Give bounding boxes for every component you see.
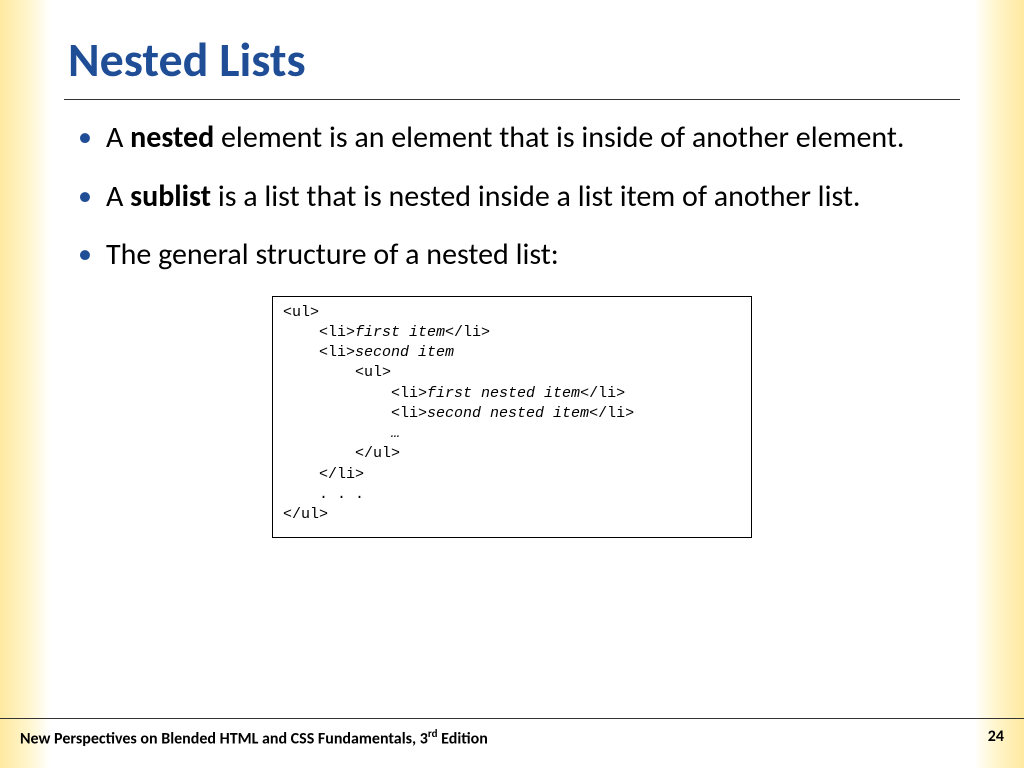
- code-line: <li>: [283, 344, 355, 361]
- code-line: <li>: [283, 405, 427, 422]
- code-text: second nested item: [427, 405, 589, 422]
- code-line: </li>: [445, 324, 490, 341]
- slide-body: Nested Lists A nested element is an elem…: [0, 0, 1024, 768]
- text: The general structure of a nested list:: [106, 236, 559, 273]
- code-line: <li>: [283, 385, 427, 402]
- text: Edition: [438, 729, 488, 748]
- bullet-item: A sublist is a list that is nested insid…: [68, 177, 956, 218]
- text: is a list that is nested inside a list i…: [211, 178, 860, 215]
- bullet-item: The general structure of a nested list:: [68, 235, 956, 276]
- code-line: . . .: [283, 486, 364, 503]
- code-line: </ul>: [283, 445, 400, 462]
- code-line: </ul>: [283, 506, 328, 523]
- bold-term: sublist: [130, 178, 211, 215]
- code-line: </li>: [580, 385, 625, 402]
- code-line: </li>: [283, 466, 364, 483]
- code-text: first nested item: [427, 385, 580, 402]
- code-text: second item: [355, 344, 454, 361]
- footer: New Perspectives on Blended HTML and CSS…: [0, 718, 1024, 748]
- text: New Perspectives on Blended HTML and CSS…: [20, 729, 428, 748]
- code-text: …: [283, 425, 400, 442]
- page-number: 24: [988, 727, 1004, 748]
- slide-title: Nested Lists: [68, 30, 956, 99]
- code-text: first item: [355, 324, 445, 341]
- code-line: <ul>: [283, 364, 391, 381]
- text: A: [106, 178, 130, 215]
- text: A: [106, 119, 130, 156]
- ordinal-suffix: rd: [428, 727, 438, 740]
- code-example: <ul> <li>first item</li> <li>second item…: [272, 296, 752, 539]
- bullet-item: A nested element is an element that is i…: [68, 118, 956, 159]
- title-divider: [64, 99, 960, 100]
- text: element is an element that is inside of …: [214, 119, 904, 156]
- code-line: <li>: [283, 324, 355, 341]
- book-title: New Perspectives on Blended HTML and CSS…: [20, 727, 488, 748]
- code-line: <ul>: [283, 304, 319, 321]
- bold-term: nested: [130, 119, 214, 156]
- bullet-list: A nested element is an element that is i…: [68, 118, 956, 276]
- code-line: </li>: [589, 405, 634, 422]
